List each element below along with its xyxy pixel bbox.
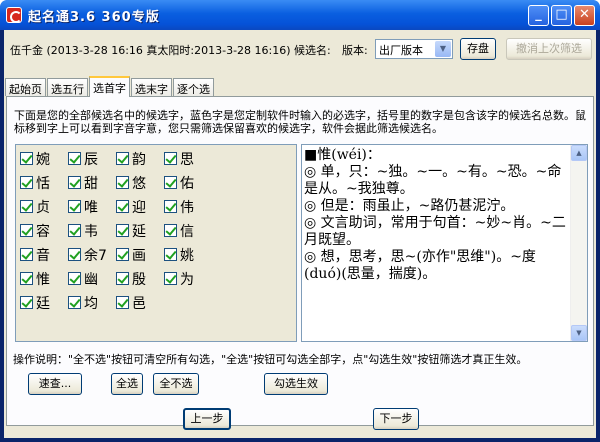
version-value: 出厂版本 bbox=[379, 44, 423, 57]
char-checkbox[interactable]: 均 bbox=[68, 295, 98, 315]
char-checkbox[interactable]: 贞 bbox=[20, 199, 50, 219]
char-checkbox[interactable]: 惟 bbox=[20, 271, 50, 291]
char-checkbox[interactable]: 韵 bbox=[116, 151, 146, 171]
char-checkbox[interactable]: 辰 bbox=[68, 151, 98, 171]
char-checkbox[interactable]: 为 bbox=[164, 271, 194, 291]
prev-step-button[interactable]: 上一步 bbox=[183, 408, 231, 430]
next-step-button[interactable]: 下一步 bbox=[373, 408, 419, 430]
definition-box[interactable]: ■惟(wéi)： ◎ 单，只：~独。~一。~有。~恐。~命是从。~我独尊。 ◎ … bbox=[301, 144, 588, 342]
tab-bar: 起始页 选五行 选首字 选末字 逐个选 bbox=[4, 76, 596, 97]
char-checkbox[interactable]: 伟 bbox=[164, 199, 194, 219]
char-checkbox[interactable]: 延 bbox=[116, 223, 146, 243]
char-checkbox[interactable]: 容 bbox=[20, 223, 50, 243]
char-checkbox[interactable]: 姚 bbox=[164, 247, 194, 267]
tab-five-elements[interactable]: 选五行 bbox=[47, 78, 88, 96]
char-checkbox[interactable]: 韦 bbox=[68, 223, 98, 243]
char-checkbox[interactable]: 悠 bbox=[116, 175, 146, 195]
undo-filter-button[interactable]: 撤消上次筛选 bbox=[506, 38, 592, 60]
char-checkbox[interactable]: 恬 bbox=[20, 175, 50, 195]
scroll-down-icon[interactable]: ▼ bbox=[571, 325, 587, 341]
minimize-button[interactable]: _ bbox=[528, 5, 549, 26]
tab-panel: 下面是您的全部候选名中的候选字，蓝色字是您定制软件时输入的必选字，括号里的数字是… bbox=[6, 96, 594, 426]
client-area: 伍千金 (2013-3-28 16:16 真太阳时:2013-3-28 16:1… bbox=[4, 30, 596, 438]
app-window: 起名通3.6 360专版 _ □ ✕ 伍千金 (2013-3-28 16:16 … bbox=[0, 0, 600, 442]
quick-check-button[interactable]: 速查... bbox=[28, 373, 82, 395]
select-none-button[interactable]: 全不选 bbox=[153, 373, 199, 395]
close-button[interactable]: ✕ bbox=[574, 5, 595, 26]
app-logo-icon bbox=[6, 7, 22, 23]
tab-first-char[interactable]: 选首字 bbox=[89, 76, 130, 97]
char-checkbox[interactable]: 画 bbox=[116, 247, 146, 267]
chevron-down-icon[interactable]: ▼ bbox=[435, 41, 451, 57]
char-checkbox[interactable]: 迎 bbox=[116, 199, 146, 219]
window-title: 起名通3.6 360专版 bbox=[28, 10, 160, 25]
title-bar[interactable]: 起名通3.6 360专版 _ □ ✕ bbox=[0, 0, 600, 30]
candidate-info: 伍千金 (2013-3-28 16:16 真太阳时:2013-3-28 16:1… bbox=[10, 44, 331, 57]
char-checkbox[interactable]: 廷 bbox=[20, 295, 50, 315]
char-checkbox[interactable]: 音 bbox=[20, 247, 50, 267]
char-checkbox[interactable]: 思 bbox=[164, 151, 194, 171]
char-checkbox[interactable]: 殷 bbox=[116, 271, 146, 291]
char-checkbox[interactable]: 余7 bbox=[68, 247, 107, 267]
definition-scrollbar[interactable]: ▲ ▼ bbox=[570, 145, 587, 341]
select-all-button[interactable]: 全选 bbox=[111, 373, 143, 395]
maximize-button[interactable]: □ bbox=[551, 5, 572, 26]
help-text: 操作说明："全不选"按钮可清空所有勾选，"全选"按钮可勾选全部字，点"勾选生效"… bbox=[13, 353, 528, 366]
save-button[interactable]: 存盘 bbox=[460, 38, 496, 60]
version-select[interactable]: 出厂版本 ▼ bbox=[375, 39, 453, 59]
char-checkbox[interactable]: 唯 bbox=[68, 199, 98, 219]
char-checkbox[interactable]: 佑 bbox=[164, 175, 194, 195]
char-checkbox[interactable]: 幽 bbox=[68, 271, 98, 291]
top-toolbar: 伍千金 (2013-3-28 16:16 真太阳时:2013-3-28 16:1… bbox=[4, 30, 596, 66]
tab-start[interactable]: 起始页 bbox=[5, 78, 46, 96]
definition-text: ■惟(wéi)： ◎ 单，只：~独。~一。~有。~恐。~命是从。~我独尊。 ◎ … bbox=[304, 147, 566, 282]
version-label: 版本: bbox=[342, 44, 368, 57]
tab-one-by-one[interactable]: 逐个选 bbox=[173, 78, 214, 96]
scroll-up-icon[interactable]: ▲ bbox=[571, 145, 587, 161]
char-checkbox[interactable]: 婉 bbox=[20, 151, 50, 171]
char-checkbox[interactable]: 甜 bbox=[68, 175, 98, 195]
apply-selection-button[interactable]: 勾选生效 bbox=[264, 373, 328, 395]
description-text: 下面是您的全部候选名中的候选字，蓝色字是您定制软件时输入的必选字，括号里的数字是… bbox=[14, 109, 586, 135]
char-checkbox[interactable]: 邑 bbox=[116, 295, 146, 315]
character-grid: 婉 辰 韵 思 恬 甜 悠 佑 贞 唯 迎 伟 容 韦 延 信 音 余7 画 姚 bbox=[15, 144, 297, 342]
tab-last-char[interactable]: 选末字 bbox=[131, 78, 172, 96]
char-checkbox[interactable]: 信 bbox=[164, 223, 194, 243]
